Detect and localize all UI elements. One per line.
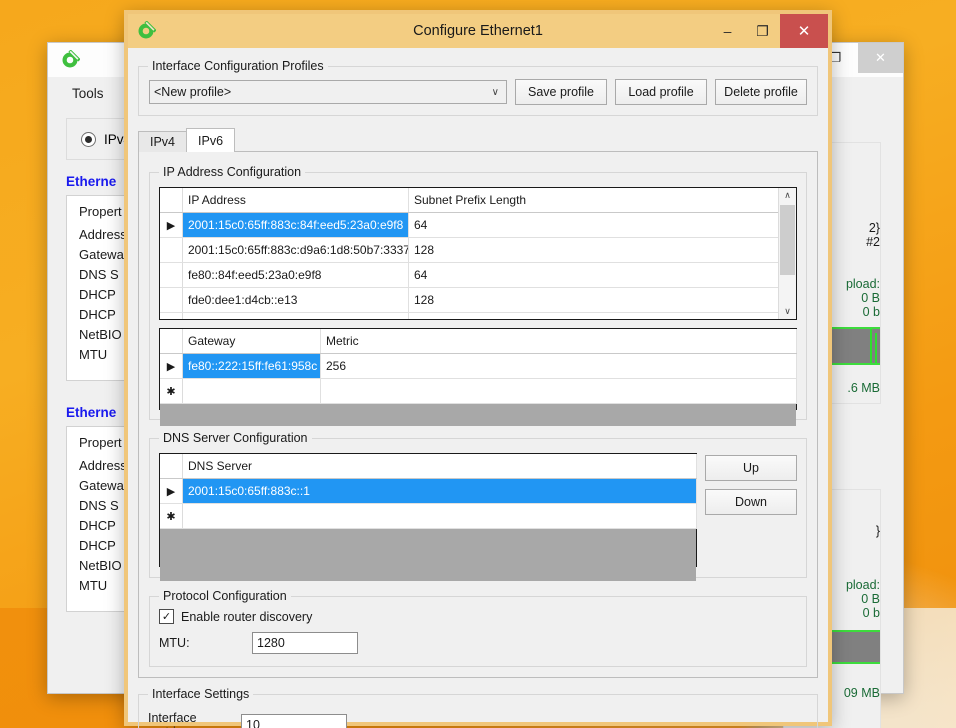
scroll-down-icon[interactable]: ∨ [784, 304, 791, 319]
dns-config-group: DNS Server Configuration DNS Server ▶ 20… [149, 431, 807, 581]
ip-header-marker [160, 188, 183, 213]
table-row[interactable]: fde0:dee1:d4cb::e13 128 [160, 287, 796, 313]
menu-item-tools[interactable]: Tools [72, 86, 104, 101]
dialog-window-controls[interactable]: – ❐ ✕ [710, 14, 828, 48]
interface-settings-label: Interface Settings [148, 687, 254, 701]
ip-address-value[interactable]: fde0:dee1:d4cb::e13 [182, 287, 409, 313]
profile-select[interactable]: <New profile> ∨ [149, 80, 507, 104]
interface-metric-label: Interface metric: [148, 711, 197, 728]
protocol-config-group: Protocol Configuration ✓ Enable router d… [149, 589, 807, 667]
background-close-button[interactable]: ✕ [858, 43, 903, 73]
new-row-marker-icon: ✱ [160, 503, 183, 529]
dialog-minimize-button[interactable]: – [710, 14, 745, 48]
ip-address-value[interactable]: 2001:15c0:65ff:883c:84f:eed5:23a0:e9f8 [182, 212, 409, 238]
mtu-label: MTU: [159, 636, 190, 650]
dns-grid-filler [160, 529, 696, 581]
row-marker-icon [160, 237, 183, 263]
tab-ipv6[interactable]: IPv6 [186, 128, 236, 152]
profile-select-value: <New profile> [154, 85, 232, 99]
dns-server-value[interactable]: 2001:15c0:65ff:883c::1 [182, 478, 697, 504]
ip-column-address: IP Address [182, 188, 409, 213]
mtu-input[interactable]: 1280 [252, 632, 358, 654]
ip-grid-scrollbar[interactable]: ∧ ∨ [778, 188, 796, 319]
ip-prefix-value[interactable]: 128 [408, 287, 796, 313]
gateway-grid-header: Gateway Metric [160, 329, 797, 354]
interface-settings-group: Interface Settings Interface metric: 10 [138, 687, 818, 728]
ip-version-tabs[interactable]: IPv4 IPv6 [138, 128, 818, 152]
dns-column-server: DNS Server [182, 454, 697, 479]
dns-row: DNS Server ▶ 2001:15c0:65ff:883c::1 ✱ Up… [159, 453, 797, 581]
ip-address-config-label: IP Address Configuration [159, 165, 306, 179]
dns-server-value[interactable] [182, 503, 697, 529]
row-marker-icon [160, 312, 183, 319]
row-marker-icon [160, 262, 183, 288]
dns-order-buttons[interactable]: Up Down [705, 453, 797, 515]
row-marker-icon: ▶ [160, 478, 183, 504]
ip-address-value[interactable]: fe80::84f:eed5:23a0:e9f8 [182, 262, 409, 288]
table-row-new[interactable]: ✱ [160, 378, 797, 404]
table-row[interactable]: fde0:dee1:d4cb:0:84f:eed5:23a0:e9f8 64 [160, 312, 796, 319]
router-discovery-label: Enable router discovery [181, 609, 313, 624]
radio-ipv4-icon[interactable] [81, 131, 96, 147]
dns-down-button[interactable]: Down [705, 489, 797, 515]
configure-ethernet-dialog[interactable]: Configure Ethernet1 – ❐ ✕ Interface Conf… [124, 10, 832, 728]
tab-ipv4[interactable]: IPv4 [138, 131, 188, 152]
dialog-titlebar[interactable]: Configure Ethernet1 – ❐ ✕ [128, 14, 828, 48]
dns-header-marker [160, 454, 183, 479]
router-discovery-row[interactable]: ✓ Enable router discovery [159, 609, 797, 624]
row-marker-icon: ▶ [160, 353, 183, 379]
ipv6-tab-panel: IP Address Configuration IP Address Subn… [138, 151, 818, 678]
table-row[interactable]: ▶ 2001:15c0:65ff:883c:84f:eed5:23a0:e9f8… [160, 212, 796, 238]
load-profile-button[interactable]: Load profile [615, 79, 707, 105]
dialog-close-button[interactable]: ✕ [780, 14, 828, 48]
table-row[interactable]: fe80::84f:eed5:23a0:e9f8 64 [160, 262, 796, 288]
table-row[interactable]: ▶ fe80::222:15ff:fe61:958c 256 [160, 353, 797, 379]
table-row[interactable]: ▶ 2001:15c0:65ff:883c::1 [160, 478, 697, 504]
table-row-new[interactable]: ✱ [160, 503, 697, 529]
ip-column-prefix: Subnet Prefix Length [408, 188, 796, 213]
dns-up-button[interactable]: Up [705, 455, 797, 481]
profile-row: <New profile> ∨ Save profile Load profil… [149, 79, 807, 105]
protocol-config-label: Protocol Configuration [159, 589, 291, 603]
new-row-marker-icon: ✱ [160, 378, 183, 404]
chevron-down-icon: ∨ [491, 86, 499, 98]
interface-metric-row: Interface metric: 10 [148, 711, 808, 728]
gateway-metric-value[interactable] [320, 378, 797, 404]
profiles-group-label: Interface Configuration Profiles [148, 59, 328, 73]
gateway-header-marker [160, 329, 183, 354]
gateway-grid[interactable]: Gateway Metric ▶ fe80::222:15ff:fe61:958… [159, 328, 797, 426]
gateway-column-gateway: Gateway [182, 329, 321, 354]
interface-metric-input[interactable]: 10 [241, 714, 347, 728]
ip-prefix-value[interactable]: 128 [408, 237, 796, 263]
ip-address-config-group: IP Address Configuration IP Address Subn… [149, 165, 807, 426]
ip-prefix-value[interactable]: 64 [408, 312, 796, 319]
scroll-up-icon[interactable]: ∧ [784, 188, 791, 203]
ip-address-value[interactable]: 2001:15c0:65ff:883c:d9a6:1d8:50b7:3337 [182, 237, 409, 263]
gear-screwdriver-icon [60, 49, 81, 70]
profiles-group: Interface Configuration Profiles <New pr… [138, 59, 818, 116]
row-marker-icon [160, 287, 183, 313]
router-discovery-checkbox[interactable]: ✓ [159, 609, 174, 624]
save-profile-button[interactable]: Save profile [515, 79, 607, 105]
ip-prefix-value[interactable]: 64 [408, 262, 796, 288]
dns-config-label: DNS Server Configuration [159, 431, 312, 445]
ip-prefix-value[interactable]: 64 [408, 212, 796, 238]
gateway-value[interactable] [182, 378, 321, 404]
table-row[interactable]: 2001:15c0:65ff:883c:d9a6:1d8:50b7:3337 1… [160, 237, 796, 263]
delete-profile-button[interactable]: Delete profile [715, 79, 807, 105]
row-marker-icon: ▶ [160, 212, 183, 238]
gateway-column-metric: Metric [320, 329, 797, 354]
scrollbar-thumb[interactable] [780, 205, 795, 275]
dns-grid-header: DNS Server [160, 454, 697, 479]
ip-grid-header: IP Address Subnet Prefix Length [160, 188, 796, 213]
mtu-row: MTU: 1280 [159, 632, 797, 654]
ip-address-grid[interactable]: IP Address Subnet Prefix Length ▶ 2001:1… [159, 187, 797, 320]
gateway-metric-value[interactable]: 256 [320, 353, 797, 379]
gateway-grid-filler [160, 404, 796, 426]
ip-address-value[interactable]: fde0:dee1:d4cb:0:84f:eed5:23a0:e9f8 [182, 312, 409, 319]
dialog-maximize-button[interactable]: ❐ [745, 14, 780, 48]
dialog-body: Interface Configuration Profiles <New pr… [128, 48, 828, 728]
gateway-value[interactable]: fe80::222:15ff:fe61:958c [182, 353, 321, 379]
dns-grid[interactable]: DNS Server ▶ 2001:15c0:65ff:883c::1 ✱ [159, 453, 697, 581]
